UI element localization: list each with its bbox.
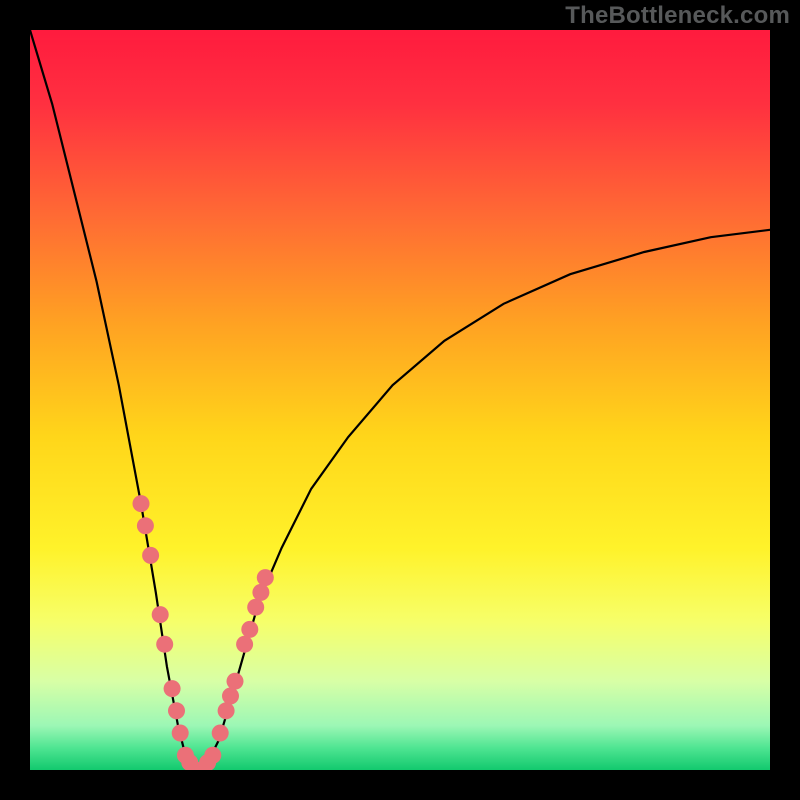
highlight-dot [164,680,181,697]
highlight-dot [172,725,189,742]
plot-area [30,30,770,770]
highlight-dot [133,495,150,512]
highlight-dot [227,673,244,690]
highlight-dots [133,495,274,770]
highlight-dot [252,584,269,601]
highlight-dot [247,599,264,616]
highlight-dot [222,688,239,705]
highlight-dot [137,517,154,534]
curve-overlay [30,30,770,770]
highlight-dot [241,621,258,638]
bottleneck-curve [30,30,770,770]
highlight-dot [212,725,229,742]
highlight-dot [218,702,235,719]
watermark-text: TheBottleneck.com [565,2,790,30]
highlight-dot [142,547,159,564]
highlight-dot [152,606,169,623]
highlight-dot [257,569,274,586]
highlight-dot [168,702,185,719]
chart-frame: TheBottleneck.com [0,0,800,800]
highlight-dot [236,636,253,653]
highlight-dot [156,636,173,653]
highlight-dot [204,747,221,764]
